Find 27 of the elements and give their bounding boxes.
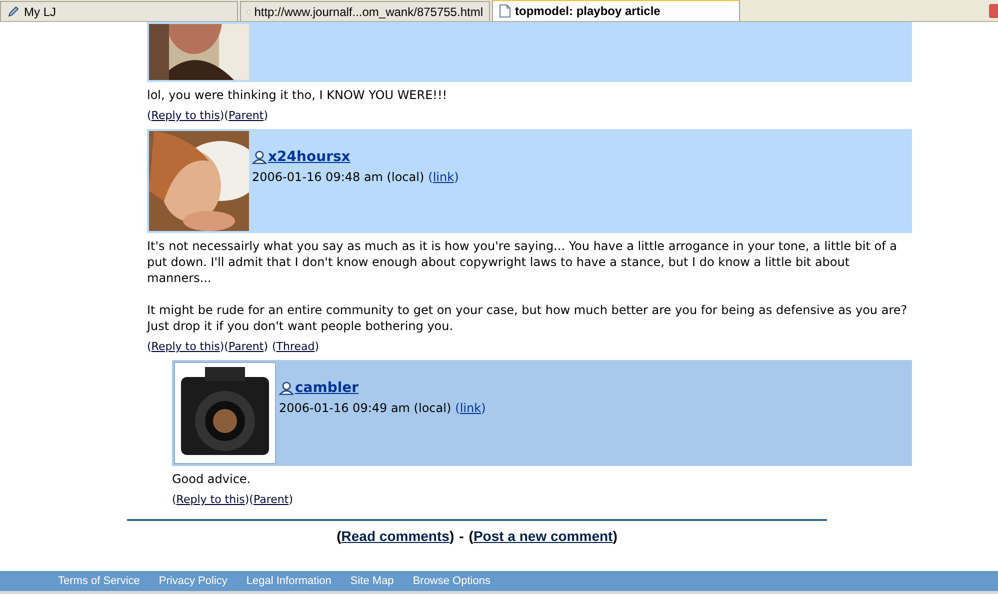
page-icon (499, 4, 511, 18)
action-link[interactable]: (Parent) (224, 340, 268, 354)
nav-link[interactable]: (Post a new comment) (468, 528, 618, 544)
action-link[interactable]: (Reply to this) (147, 109, 224, 123)
username-link[interactable]: x24hoursx (252, 149, 350, 166)
action-link[interactable]: (Reply to this) (172, 493, 250, 507)
comment-date: 2006-01-16 09:48 am (local) (252, 169, 424, 186)
comment-text: It's not necessairly what you say as much as it is how you're saying... You have a little arrogance in your tone, a little bit of a put down. I'll admit that I don't know enough about copywright laws to have a stance, but I do know a little bit about manners... (147, 238, 898, 286)
permalink[interactable]: (link) (428, 169, 459, 186)
pencil-icon (7, 5, 20, 18)
browser-tab[interactable]: topmodel: playboy article (492, 0, 740, 21)
separator: - (459, 528, 464, 544)
action-link[interactable]: (Thread) (272, 340, 320, 354)
user-icon (279, 381, 294, 395)
action-link[interactable]: (Parent) (249, 493, 293, 507)
browser-tab[interactable]: http://www.journalf...om_wank/875755.html (240, 1, 490, 21)
username-link[interactable]: cambler (279, 380, 359, 397)
action-link[interactable]: (Reply to this) (147, 340, 224, 354)
user-icon (252, 150, 267, 164)
permalink[interactable]: (link) (455, 400, 486, 417)
comment-text: Good advice. (172, 471, 252, 487)
browser-tab[interactable]: My LJ (0, 1, 238, 21)
nav-link[interactable]: (Read comments) (336, 528, 454, 544)
comment-text: It might be rude for an entire community to get on your case, but how much better are you for being as defensive as you are? Just drop it if you don't want people bothering you. (147, 302, 908, 334)
comment-text: lol, you were thinking it tho, I KNOW YOU WERE!!! (147, 87, 448, 103)
action-link[interactable]: (Parent) (224, 109, 268, 123)
comment-date: 2006-01-16 09:49 am (local) (279, 400, 452, 417)
